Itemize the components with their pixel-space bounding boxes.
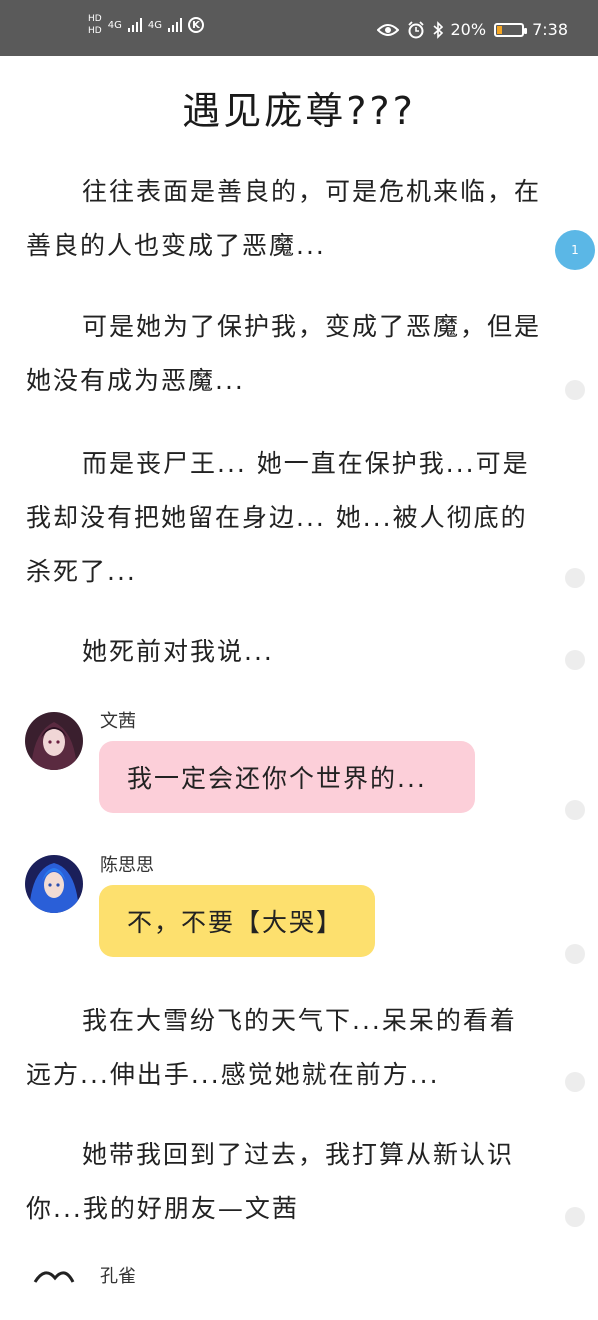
side-nav-dot[interactable] xyxy=(565,650,585,670)
network-type-1: 4G xyxy=(107,19,122,31)
side-nav-dot[interactable] xyxy=(565,800,585,820)
side-nav-dot[interactable] xyxy=(565,1207,585,1227)
network-type-2: 4G xyxy=(147,19,162,31)
side-nav-dot[interactable] xyxy=(565,944,585,964)
clock-time: 7:38 xyxy=(532,20,568,39)
avatar-kongque[interactable] xyxy=(25,1262,83,1320)
side-nav-dot[interactable] xyxy=(565,1072,585,1092)
avatar-wenxi[interactable] xyxy=(25,712,83,770)
battery-icon xyxy=(494,22,528,37)
side-nav-dot-active[interactable]: 1 xyxy=(555,230,595,270)
bluetooth-icon xyxy=(432,20,443,39)
k-app-icon: K xyxy=(187,17,204,33)
chat-bubble-chensisi: 不，不要【大哭】 xyxy=(99,885,375,957)
status-right: 20% 7:38 xyxy=(376,20,568,39)
story-paragraph-1: 往往表面是善良的，可是危机来临，在善良的人也变成了恶魔... xyxy=(26,177,542,260)
speaker-name-wenxi: 文茜 xyxy=(100,711,136,732)
story-paragraph-3: 而是丧尸王... 她一直在保护我...可是我却没有把她留在身边... 她...被… xyxy=(26,449,530,586)
alarm-icon xyxy=(407,20,424,38)
hd-label-1: HD xyxy=(88,14,102,24)
side-nav-dot[interactable] xyxy=(565,568,585,588)
story-paragraph-4: 她死前对我说... xyxy=(82,637,274,666)
side-nav-dot[interactable] xyxy=(565,380,585,400)
page-title: 遇见庞尊??? xyxy=(182,89,416,133)
signal-icon xyxy=(127,18,142,32)
story-paragraph-2: 可是她为了保护我，变成了恶魔，但是她没有成为恶魔... xyxy=(26,312,542,395)
speaker-name-kongque: 孔雀 xyxy=(100,1266,136,1287)
story-paragraph-6: 她带我回到了过去，我打算从新认识你...我的好朋友—文茜 xyxy=(26,1140,515,1223)
status-bar: HD HD 4G 4G K 20% 7:38 xyxy=(0,0,598,56)
avatar-chensisi[interactable] xyxy=(25,855,83,913)
story-paragraph-5: 我在大雪纷飞的天气下...呆呆的看着远方...伸出手...感觉她就在前方... xyxy=(26,1006,517,1089)
status-left: HD HD 4G 4G K xyxy=(88,14,204,36)
chat-bubble-wenxi: 我一定会还你个世界的... xyxy=(99,741,475,813)
battery-level xyxy=(497,25,503,34)
speaker-name-chensisi: 陈思思 xyxy=(100,855,154,876)
battery-percent: 20% xyxy=(450,20,487,39)
hd-label-2: HD xyxy=(88,26,102,36)
eye-icon xyxy=(376,23,399,36)
hd-indicator: HD HD xyxy=(88,14,102,36)
signal-icon xyxy=(167,18,182,32)
